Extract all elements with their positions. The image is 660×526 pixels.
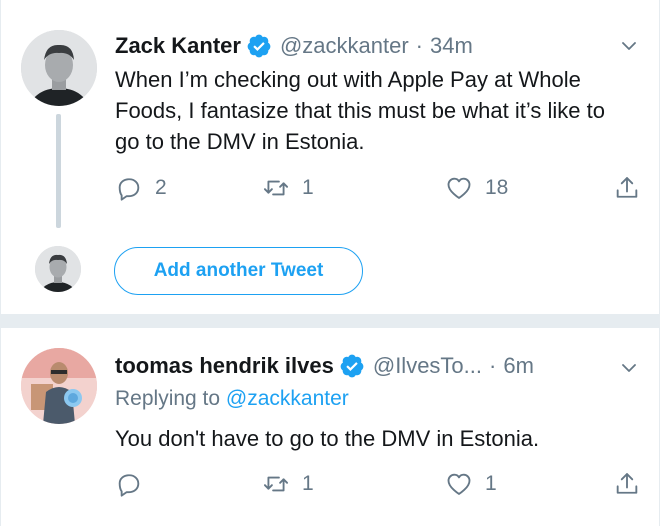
like-count: 1	[485, 472, 497, 495]
retweet-button[interactable]: 1	[262, 173, 314, 203]
author-handle[interactable]: @zackkanter	[280, 33, 409, 59]
add-another-tweet-button[interactable]: Add another Tweet	[114, 247, 363, 295]
avatar[interactable]	[35, 246, 81, 292]
thread-compose-row: Add another Tweet	[1, 238, 660, 302]
like-button[interactable]: 18	[445, 173, 508, 203]
tweet-timestamp[interactable]: 34m	[430, 33, 473, 59]
tweet-actions: 2 1 18	[115, 173, 645, 203]
share-button[interactable]	[613, 173, 641, 203]
separator-dot: ·	[489, 353, 497, 378]
reply-button[interactable]: 2	[115, 173, 167, 203]
verified-badge-icon	[339, 353, 365, 379]
avatar[interactable]	[21, 30, 97, 106]
author-name[interactable]: toomas hendrik ilves	[115, 353, 334, 379]
reply-count: 2	[155, 176, 167, 199]
retweet-count: 1	[302, 176, 314, 199]
replying-to-line: Replying to @zackkanter	[115, 387, 349, 411]
tweet-actions: 1 1	[115, 469, 645, 499]
thread-connector-line	[56, 114, 61, 228]
chevron-down-icon[interactable]	[619, 358, 639, 378]
reply-button[interactable]	[115, 469, 155, 499]
tweet-thread-panel: Zack Kanter @zackkanter · 34m When I’m c…	[0, 0, 660, 526]
tweet-divider	[1, 314, 660, 328]
verified-badge-icon	[246, 33, 272, 59]
share-icon	[616, 177, 638, 198]
like-icon	[447, 177, 471, 199]
share-icon	[616, 473, 638, 494]
avatar[interactable]	[21, 348, 97, 424]
like-count: 18	[485, 176, 509, 199]
like-icon	[447, 473, 471, 495]
tweet-timestamp[interactable]: 6m	[503, 353, 534, 379]
replying-to-handle-link[interactable]: @zackkanter	[226, 387, 349, 410]
like-button[interactable]: 1	[445, 469, 497, 499]
reply-icon	[118, 474, 140, 497]
tweet-text: You don't have to go to the DMV in Eston…	[115, 426, 540, 451]
replying-to-label: Replying to	[115, 387, 221, 410]
tweet-header: Zack Kanter @zackkanter · 34m	[115, 28, 473, 64]
retweet-count: 1	[302, 472, 314, 495]
share-button[interactable]	[613, 469, 641, 499]
reply-icon	[118, 178, 140, 201]
tweet-toomas-hendrik-ilves[interactable]: toomas hendrik ilves @IlvesTo... · 6m Re…	[1, 328, 660, 526]
retweet-button[interactable]: 1	[262, 469, 314, 499]
separator-dot: ·	[415, 33, 423, 58]
retweet-icon	[263, 180, 289, 196]
author-handle[interactable]: @IlvesTo...	[373, 353, 482, 379]
retweet-icon	[263, 476, 289, 492]
chevron-down-icon[interactable]	[619, 36, 639, 56]
author-name[interactable]: Zack Kanter	[115, 33, 241, 59]
tweet-zack-kanter[interactable]: Zack Kanter @zackkanter · 34m When I’m c…	[1, 0, 660, 312]
tweet-header: toomas hendrik ilves @IlvesTo... · 6m	[115, 348, 534, 384]
tweet-text: When I’m checking out with Apple Pay at …	[115, 67, 605, 154]
